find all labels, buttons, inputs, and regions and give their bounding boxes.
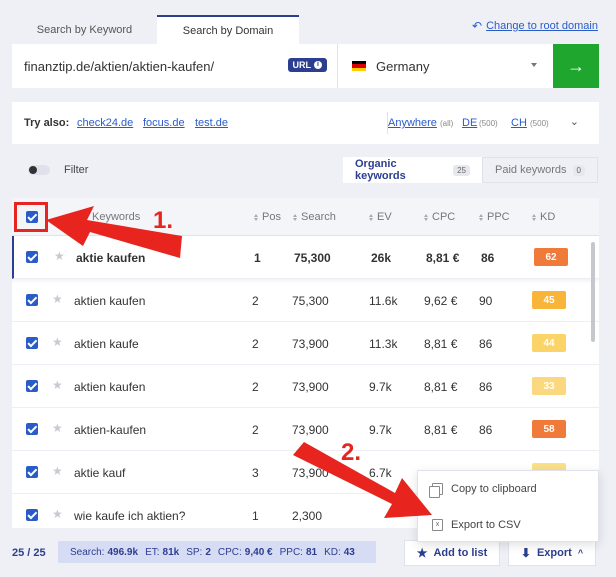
- annotation-step-1: 1.: [153, 207, 174, 234]
- annotation-arrows: [46, 206, 432, 518]
- annotation-arrow-2: [293, 442, 432, 518]
- annotation-step-2: 2.: [341, 439, 362, 466]
